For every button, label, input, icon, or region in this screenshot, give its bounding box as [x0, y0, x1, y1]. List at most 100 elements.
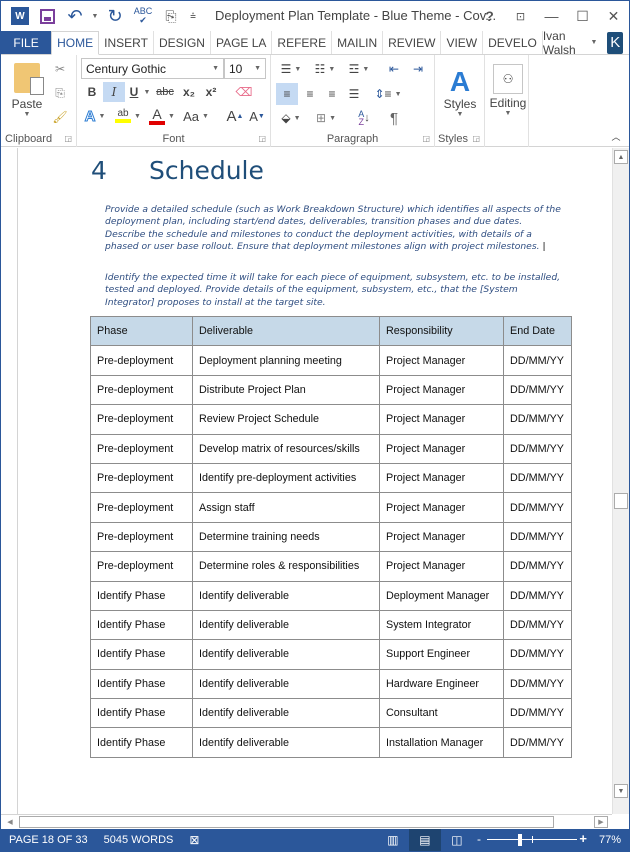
maximize-button[interactable]: ☐	[567, 1, 598, 31]
strikethrough-button[interactable]: abc	[153, 82, 177, 102]
tab-file[interactable]: FILE	[1, 31, 52, 54]
page-count[interactable]: PAGE 18 OF 33	[1, 834, 96, 846]
tab-developer[interactable]: DEVELO	[483, 31, 543, 54]
cell-deliverable[interactable]: Identify deliverable	[192, 727, 380, 758]
zoom-out-button[interactable]: -	[477, 832, 481, 846]
collapse-ribbon-button[interactable]: ︿	[609, 129, 623, 143]
undo-dropdown[interactable]: ▼	[89, 1, 101, 31]
horizontal-scroll-thumb[interactable]	[19, 816, 554, 828]
underline-dropdown[interactable]: ▼	[143, 82, 151, 102]
scroll-up-button[interactable]: ▲	[614, 150, 628, 164]
tab-mailings[interactable]: MAILIN	[332, 31, 384, 54]
dialog-launcher-icon[interactable]: ◲	[258, 134, 266, 143]
dialog-launcher-icon[interactable]: ◲	[422, 134, 430, 143]
cell-responsibility[interactable]: Installation Manager	[379, 727, 504, 758]
cell-deliverable[interactable]: Identify deliverable	[192, 580, 380, 611]
bullets-button[interactable]: ☰ ▼	[277, 59, 305, 79]
scroll-thumb[interactable]	[614, 493, 628, 509]
zoom-slider-knob[interactable]	[518, 834, 523, 846]
align-right-button[interactable]: ≡	[321, 83, 343, 105]
cell-end-date[interactable]: DD/MM/YY	[503, 698, 572, 729]
zoom-in-button[interactable]: +	[579, 831, 587, 846]
cell-end-date[interactable]: DD/MM/YY	[503, 492, 572, 523]
redo-button[interactable]: ↻	[101, 1, 129, 31]
cell-phase[interactable]: Pre-deployment	[90, 492, 193, 523]
column-header-responsibility[interactable]: Responsibility	[379, 315, 504, 347]
subscript-button[interactable]: x₂	[179, 82, 199, 102]
tab-view[interactable]: VIEW	[441, 31, 484, 54]
text-effects-button[interactable]: A ▼	[81, 106, 109, 126]
dialog-launcher-icon[interactable]: ◲	[64, 134, 72, 143]
cell-deliverable[interactable]: Develop matrix of resources/skills	[192, 433, 380, 464]
align-center-button[interactable]: ≡	[299, 83, 321, 105]
cut-button[interactable]: ✂	[51, 59, 69, 79]
user-account[interactable]: Ivan Walsh ▼ K	[543, 29, 629, 57]
scroll-right-button[interactable]: ▶	[594, 816, 608, 828]
cell-deliverable[interactable]: Distribute Project Plan	[192, 374, 380, 406]
cell-responsibility[interactable]: Hardware Engineer	[379, 668, 504, 700]
tab-design[interactable]: DESIGN	[154, 31, 211, 54]
font-size-dropdown[interactable]: 10 ▼	[224, 58, 266, 79]
vertical-scrollbar[interactable]: ▲ ▼	[612, 148, 629, 814]
close-button[interactable]: ✕	[598, 1, 629, 31]
cell-end-date[interactable]: DD/MM/YY	[503, 668, 572, 700]
horizontal-scrollbar[interactable]: ◀ ▶	[1, 814, 612, 829]
cell-end-date[interactable]: DD/MM/YY	[503, 727, 572, 758]
cell-deliverable[interactable]: Identify deliverable	[192, 668, 380, 700]
document-area[interactable]: 4 Schedule Provide a detailed schedule (s…	[1, 148, 629, 814]
show-formatting-button[interactable]: ¶	[383, 107, 405, 129]
shrink-font-button[interactable]: A ▼	[247, 106, 267, 126]
shading-button[interactable]: ⬙ ▼	[276, 107, 306, 129]
justify-button[interactable]: ☰	[343, 83, 365, 105]
cell-phase[interactable]: Pre-deployment	[90, 521, 193, 553]
cell-phase[interactable]: Pre-deployment	[90, 374, 193, 406]
cell-responsibility[interactable]: Support Engineer	[379, 639, 504, 670]
print-layout-button[interactable]: ▤	[408, 829, 441, 851]
cell-end-date[interactable]: DD/MM/YY	[503, 433, 572, 464]
cell-end-date[interactable]: DD/MM/YY	[503, 521, 572, 553]
new-comment-button[interactable]: ⎘	[157, 1, 185, 31]
cell-responsibility[interactable]: Project Manager	[379, 433, 504, 464]
cell-deliverable[interactable]: Determine roles & responsibilities	[192, 551, 380, 582]
cell-responsibility[interactable]: Project Manager	[379, 462, 504, 494]
schedule-paragraph-2[interactable]: Identify the expected time it will take …	[105, 272, 565, 309]
cell-responsibility[interactable]: Project Manager	[379, 492, 504, 523]
cell-deliverable[interactable]: Identify pre-deployment activities	[192, 462, 380, 494]
help-button[interactable]: ?	[474, 1, 505, 31]
tab-home[interactable]: HOME	[51, 31, 100, 55]
cell-deliverable[interactable]: Identify deliverable	[192, 698, 380, 729]
zoom-slider[interactable]: - +	[477, 829, 587, 851]
cell-end-date[interactable]: DD/MM/YY	[503, 345, 572, 376]
cell-phase[interactable]: Pre-deployment	[90, 462, 193, 494]
clear-formatting-button[interactable]: ⌫	[233, 82, 255, 102]
cell-phase[interactable]: Identify Phase	[90, 727, 193, 758]
cell-responsibility[interactable]: Project Manager	[379, 404, 504, 435]
align-left-button[interactable]: ≡	[276, 83, 298, 105]
word-logo-icon[interactable]: W	[11, 7, 29, 25]
editing-button[interactable]: ⚇ Editing ▼	[489, 57, 527, 123]
cell-end-date[interactable]: DD/MM/YY	[503, 462, 572, 494]
read-mode-button[interactable]: ▥	[377, 829, 409, 851]
cell-phase[interactable]: Identify Phase	[90, 639, 193, 670]
cell-responsibility[interactable]: Consultant	[379, 698, 504, 729]
save-button[interactable]	[33, 1, 61, 31]
cell-responsibility[interactable]: Project Manager	[379, 521, 504, 553]
cell-end-date[interactable]: DD/MM/YY	[503, 580, 572, 611]
tab-references[interactable]: REFERE	[272, 31, 333, 54]
dialog-launcher-icon[interactable]: ◲	[472, 134, 480, 143]
cell-phase[interactable]: Pre-deployment	[90, 345, 193, 376]
ribbon-display-options-button[interactable]: ⊡	[505, 1, 536, 31]
word-count[interactable]: 5045 WORDS	[96, 834, 182, 846]
format-painter-button[interactable]: 🖌	[51, 107, 69, 127]
minimize-button[interactable]: —	[536, 1, 567, 31]
underline-button[interactable]: U	[125, 82, 143, 102]
cell-responsibility[interactable]: Project Manager	[379, 551, 504, 582]
change-case-button[interactable]: Aa ▼	[179, 106, 213, 126]
zoom-level[interactable]: 77%	[591, 834, 629, 846]
bold-button[interactable]: B	[81, 82, 103, 102]
cell-responsibility[interactable]: Deployment Manager	[379, 580, 504, 611]
tab-review[interactable]: REVIEW	[383, 31, 442, 54]
cell-end-date[interactable]: DD/MM/YY	[503, 609, 572, 641]
cell-phase[interactable]: Identify Phase	[90, 668, 193, 700]
cell-deliverable[interactable]: Deployment planning meeting	[192, 345, 380, 376]
